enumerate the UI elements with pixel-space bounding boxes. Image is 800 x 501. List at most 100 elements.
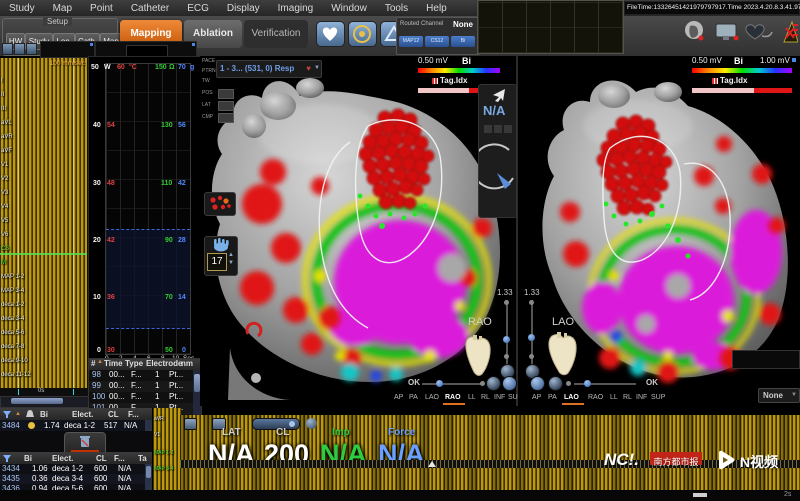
- view-rao-active[interactable]: RAO: [445, 394, 461, 401]
- menu-catheter[interactable]: Catheter: [122, 3, 178, 14]
- pos-checkbox[interactable]: [218, 89, 234, 99]
- globe-view-button[interactable]: [548, 376, 563, 391]
- view-sup[interactable]: SUP: [651, 394, 665, 401]
- color-scale-bar[interactable]: [692, 68, 792, 73]
- realtime-signal-strip-lower[interactable]: NC!. 南方都市报 N视频: [180, 468, 800, 490]
- col-num[interactable]: #: [91, 359, 95, 368]
- dropdown-arrow-icon[interactable]: ▼: [314, 65, 320, 71]
- menu-display[interactable]: Display: [218, 3, 269, 14]
- bell-icon[interactable]: [26, 410, 34, 419]
- dropdown-arrow-icon[interactable]: ▼: [791, 392, 797, 398]
- sort-arrow-icon[interactable]: ▲: [97, 359, 103, 365]
- fan-knob[interactable]: [251, 373, 261, 383]
- ruler-marker[interactable]: [428, 461, 436, 467]
- view-rl[interactable]: RL: [481, 394, 490, 401]
- table-row[interactable]: 9900...F...1Pt...: [89, 381, 193, 392]
- view-ll[interactable]: LL: [468, 394, 476, 401]
- view-pa[interactable]: PA: [409, 394, 418, 401]
- tag-grid-icon: [432, 78, 438, 84]
- table1-vscroll[interactable]: [145, 420, 152, 431]
- ablation-graph: 50W 60°C 150Ω 70g 40 54 130 56 30 48 110…: [88, 56, 202, 360]
- ecg-panel[interactable]: 100 mm/sec I II III aVL aVR aVF V1 V2 V3…: [0, 58, 88, 407]
- strip-tool-button-3[interactable]: [306, 418, 317, 429]
- globe-view-button[interactable]: [486, 376, 501, 391]
- ok-button[interactable]: OK: [408, 378, 420, 387]
- routed-cs12-button[interactable]: CS12: [425, 36, 449, 47]
- orientation-heart-icon[interactable]: [463, 334, 493, 378]
- strip-tool-button-1[interactable]: [184, 418, 197, 430]
- menu-help[interactable]: Help: [417, 3, 456, 14]
- menu-map[interactable]: Map: [44, 3, 81, 14]
- view-ll[interactable]: LL: [610, 394, 618, 401]
- map-viewport-2[interactable]: 0.50 mV Bi 1.00 mV Tag.Idx 1.33 LAO OK A…: [518, 56, 800, 406]
- menu-window[interactable]: Window: [322, 3, 376, 14]
- rotation-gauge-icon[interactable]: [479, 140, 516, 210]
- window-icon-2[interactable]: [14, 43, 25, 55]
- point-counter-value[interactable]: 17: [207, 253, 227, 271]
- tag-scale-bar[interactable]: [692, 88, 792, 93]
- orientation-heart-icon[interactable]: [546, 330, 580, 378]
- window-corner-dot[interactable]: [792, 58, 796, 62]
- gauge-box-1[interactable]: [484, 125, 492, 133]
- menu-ecg[interactable]: ECG: [178, 3, 218, 14]
- tag-filter-dropdown[interactable]: None ▼: [758, 388, 800, 403]
- clock-sync-button[interactable]: [502, 376, 517, 391]
- view-pa[interactable]: PA: [548, 394, 557, 401]
- map-viewport-1[interactable]: PACE PTRN TW POS LAT CMP 1 - 3... (531, …: [200, 56, 518, 406]
- counter-up-arrow[interactable]: ▲: [228, 252, 234, 258]
- routed-map12-button[interactable]: MAP12: [399, 36, 423, 47]
- location-setup-button[interactable]: [348, 21, 377, 47]
- gauge-box-3[interactable]: [504, 125, 512, 133]
- mini-ecg-strip[interactable]: aVR V1 MAP 1-2 MAP 3-4 0s: [152, 408, 181, 501]
- clock-sync-button[interactable]: [530, 376, 545, 391]
- sort-arrow-icon[interactable]: ▲: [15, 411, 21, 417]
- lat-checkbox[interactable]: [218, 101, 234, 111]
- deleted-points-tab[interactable]: [64, 432, 106, 453]
- menu-study[interactable]: Study: [0, 3, 44, 14]
- ecg-channel-label: deca 9-10: [1, 358, 28, 364]
- table2-row[interactable]: 34341.06deca 1-2600N/A: [0, 464, 145, 474]
- view-lao[interactable]: LAO: [425, 394, 439, 401]
- timeline-scroll-thumb[interactable]: [693, 493, 707, 497]
- lesion-tag-palette[interactable]: [204, 192, 236, 216]
- map-heart-button[interactable]: [316, 21, 345, 47]
- routed-bi-button[interactable]: Bi: [451, 36, 475, 47]
- preview-window-1[interactable]: [40, 41, 95, 58]
- table1-row[interactable]: 3484 1.74 deca 1-2 517 N/A: [0, 420, 145, 431]
- strip-time-ruler[interactable]: [180, 460, 800, 468]
- signal-popup[interactable]: [477, 0, 624, 54]
- filter-icon[interactable]: [2, 454, 12, 463]
- window-icon-3[interactable]: [26, 43, 37, 55]
- map-selector-dropdown[interactable]: 1 - 3... (531, 0) Resp ♥ ▼: [216, 60, 322, 78]
- speed-slider-knob[interactable]: [584, 380, 591, 387]
- gauge-box-2[interactable]: [494, 125, 502, 133]
- zoom-slider-knob[interactable]: [528, 334, 535, 341]
- view-lao-active[interactable]: LAO: [564, 394, 579, 401]
- view-ap[interactable]: AP: [532, 394, 541, 401]
- filter-icon[interactable]: [2, 410, 12, 419]
- table-row[interactable]: 9800...F...1Pt...: [89, 370, 193, 381]
- color-scale-bar[interactable]: [418, 68, 500, 73]
- routed-channel-value[interactable]: None: [453, 20, 473, 29]
- view-rl[interactable]: RL: [623, 394, 632, 401]
- view-ap[interactable]: AP: [394, 394, 403, 401]
- view-inf[interactable]: INF: [636, 394, 647, 401]
- menu-point[interactable]: Point: [81, 3, 122, 14]
- ecg-channel-label: aVR: [1, 134, 13, 140]
- ecg-scroll-thumb[interactable]: [11, 398, 63, 404]
- zoom-slider-knob[interactable]: [503, 336, 510, 343]
- view-rao[interactable]: RAO: [588, 394, 603, 401]
- table2-row[interactable]: 34350.36deca 3-4600N/A: [0, 474, 145, 484]
- view-inf[interactable]: INF: [494, 394, 505, 401]
- tab-verification[interactable]: Verification: [244, 20, 308, 48]
- window-icon-1[interactable]: [2, 43, 13, 55]
- menu-imaging[interactable]: Imaging: [269, 3, 323, 14]
- ok-button[interactable]: OK: [646, 378, 658, 387]
- counter-down-arrow[interactable]: ▼: [228, 260, 234, 266]
- ecg-hscrollbar[interactable]: [0, 396, 89, 408]
- cmp-checkbox[interactable]: [218, 113, 234, 123]
- speed-slider[interactable]: [422, 383, 484, 385]
- table-row[interactable]: 10000...F...1Pt...: [89, 392, 193, 403]
- menu-tools[interactable]: Tools: [376, 3, 417, 14]
- speed-slider-knob[interactable]: [436, 380, 443, 387]
